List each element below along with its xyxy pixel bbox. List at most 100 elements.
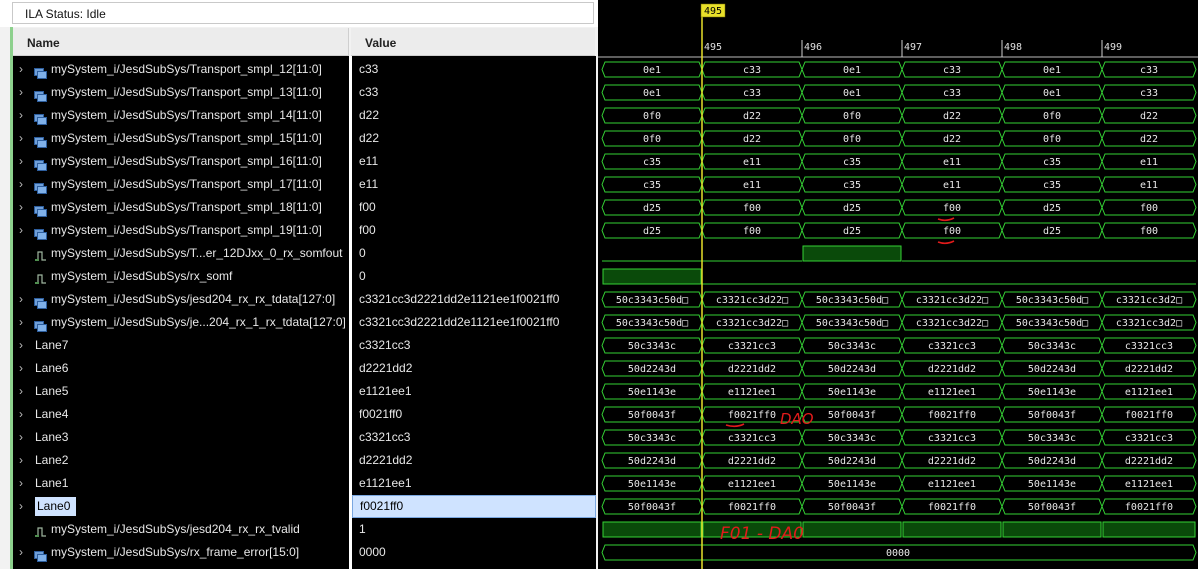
signal-value-column: c33 c33 d22 d22 e11 e11 f00 f00 0 0 c3321cc3d2221d…	[352, 56, 596, 569]
chevron-right-icon[interactable]: ›	[19, 311, 23, 334]
bus-segment-value: e1121ee1	[1125, 479, 1173, 490]
bus-segment-value: c33	[943, 65, 961, 76]
signal-row[interactable]: › mySystem_i/JesdSubSys/Transport_smpl_13…	[13, 81, 349, 104]
chevron-right-icon[interactable]: ›	[19, 495, 23, 518]
bus-segment-value: f0021ff0	[928, 410, 976, 421]
signal-value: 0000	[359, 545, 386, 559]
bus-segment-value: 0e1	[843, 88, 861, 99]
bus-segment-value: 50d2243d	[628, 364, 676, 375]
bus-segment-value: e1121ee1	[1125, 387, 1173, 398]
bus-segment-value: c35	[843, 180, 861, 191]
bus-segment-value: d22	[943, 111, 961, 122]
signal-value: f00	[359, 200, 376, 214]
bus-segment-value: e11	[743, 157, 761, 168]
chevron-right-icon[interactable]: ›	[19, 173, 23, 196]
chevron-right-icon[interactable]: ›	[19, 403, 23, 426]
bus-segment-value: d2221dd2	[1125, 456, 1173, 467]
chevron-right-icon[interactable]: ›	[19, 196, 23, 219]
signal-value: d2221dd2	[359, 361, 413, 375]
name-column-header[interactable]: Name	[13, 28, 349, 56]
bus-segment-value: 0e1	[1043, 88, 1061, 99]
value-column-header[interactable]: Value	[351, 28, 595, 56]
bus-signal-icon	[34, 156, 47, 171]
chevron-right-icon[interactable]: ›	[19, 357, 23, 380]
chevron-right-icon[interactable]: ›	[19, 472, 23, 495]
chevron-right-icon[interactable]: ›	[19, 104, 23, 127]
signal-name: mySystem_i/JesdSubSys/Transport_smpl_19[…	[51, 223, 322, 237]
signal-row[interactable]: › mySystem_i/JesdSubSys/Transport_smpl_17…	[13, 173, 349, 196]
bit-high	[602, 521, 702, 538]
chevron-right-icon[interactable]: ›	[19, 150, 23, 173]
waveform-pane[interactable]: 495 496 497 498 499 0e1 c33 0e1 c33 0e1 c33 0e1 c33 0…	[598, 0, 1198, 569]
signal-row[interactable]: › mySystem_i/JesdSubSys/Transport_smpl_19…	[13, 219, 349, 242]
bus-segment-value: d22	[743, 111, 761, 122]
signal-row[interactable]: › mySystem_i/JesdSubSys/Transport_smpl_14…	[13, 104, 349, 127]
signal-row[interactable]: mySystem_i/JesdSubSys/T...er_12DJxx_0_rx…	[13, 242, 349, 265]
signal-row[interactable]: › Lane6	[13, 357, 349, 380]
signal-value: 0	[359, 269, 366, 283]
bus-segment-value: f0021ff0	[1125, 410, 1173, 421]
bus-segment-value: d2221dd2	[928, 364, 976, 375]
signal-row[interactable]: › Lane0	[13, 495, 349, 518]
signal-row[interactable]: › mySystem_i/JesdSubSys/Transport_smpl_18…	[13, 196, 349, 219]
bus-segment-value: 0f0	[643, 111, 661, 122]
bus-segment-value: d22	[1140, 111, 1158, 122]
bus-segment-value: 50c3343c	[628, 341, 676, 352]
signal-row[interactable]: › Lane7	[13, 334, 349, 357]
bus-segment-value: 50c3343c50d□	[616, 295, 688, 306]
signal-row[interactable]: › Lane2	[13, 449, 349, 472]
bus-segment-value: d25	[1043, 226, 1061, 237]
signal-name: mySystem_i/JesdSubSys/T...er_12DJxx_0_rx…	[51, 246, 343, 260]
signal-value: e1121ee1	[359, 476, 412, 490]
signal-row[interactable]: › mySystem_i/JesdSubSys/Transport_smpl_16…	[13, 150, 349, 173]
bus-segment-value: c33	[1140, 65, 1158, 76]
bus-segment-value: c3321cc3	[1125, 433, 1173, 444]
signal-row[interactable]: › Lane5	[13, 380, 349, 403]
signal-name: mySystem_i/JesdSubSys/je...204_rx_1_rx_t…	[51, 315, 346, 329]
chevron-right-icon[interactable]: ›	[19, 426, 23, 449]
signal-row[interactable]: › mySystem_i/JesdSubSys/rx_frame_error[15…	[13, 541, 349, 564]
signal-row[interactable]: mySystem_i/JesdSubSys/rx_somf	[13, 265, 349, 288]
chevron-right-icon[interactable]: ›	[19, 81, 23, 104]
signal-name: mySystem_i/JesdSubSys/Transport_smpl_12[…	[51, 62, 322, 76]
bus-segment-value: 0e1	[1043, 65, 1061, 76]
bus-segment-value: c3321cc3d22□	[916, 318, 988, 329]
chevron-right-icon[interactable]: ›	[19, 127, 23, 150]
bus-segment-value: c35	[1043, 180, 1061, 191]
chevron-right-icon[interactable]: ›	[19, 541, 23, 564]
bus-segment-value: 50f0043f	[828, 502, 876, 513]
bus-segment-value: f00	[1140, 203, 1158, 214]
signal-name: Lane6	[35, 361, 69, 375]
bus-signal-icon	[34, 179, 47, 194]
signal-row[interactable]: mySystem_i/JesdSubSys/jesd204_rx_rx_tval…	[13, 518, 349, 541]
signal-name-column: › mySystem_i/JesdSubSys/Transport_smpl_12…	[13, 56, 349, 569]
bit-signal-icon	[34, 270, 47, 284]
bus-segment-value: 50e1143e	[628, 479, 676, 490]
chevron-right-icon[interactable]: ›	[19, 380, 23, 403]
signal-row[interactable]: › Lane4	[13, 403, 349, 426]
bus-segment-value: c35	[643, 180, 661, 191]
chevron-right-icon[interactable]: ›	[19, 288, 23, 311]
signal-row[interactable]: › mySystem_i/JesdSubSys/je...204_rx_1_rx_…	[13, 311, 349, 334]
chevron-right-icon[interactable]: ›	[19, 58, 23, 81]
bit-high	[902, 521, 1002, 538]
signal-name: mySystem_i/JesdSubSys/Transport_smpl_14[…	[51, 108, 322, 122]
chevron-right-icon[interactable]: ›	[19, 219, 23, 242]
chevron-right-icon[interactable]: ›	[19, 334, 23, 357]
signal-row[interactable]: › Lane1	[13, 472, 349, 495]
signal-name: mySystem_i/JesdSubSys/jesd204_rx_rx_tval…	[51, 522, 300, 536]
signal-value: f00	[359, 223, 376, 237]
bus-segment-value: c3321cc3d2□	[1116, 318, 1182, 329]
annotation-text: DAO	[780, 410, 814, 428]
bus-segment-value: f00	[943, 226, 961, 237]
signal-row[interactable]: › mySystem_i/JesdSubSys/jesd204_rx_rx_tda…	[13, 288, 349, 311]
chevron-right-icon[interactable]: ›	[19, 449, 23, 472]
signal-row[interactable]: › mySystem_i/JesdSubSys/Transport_smpl_15…	[13, 127, 349, 150]
signal-name: Lane7	[35, 338, 69, 352]
signal-row[interactable]: › mySystem_i/JesdSubSys/Transport_smpl_12…	[13, 58, 349, 81]
bus-segment-value: 0f0	[1043, 134, 1061, 145]
signal-row[interactable]: › Lane3	[13, 426, 349, 449]
timeline-tick-label: 498	[1004, 42, 1022, 53]
waveform-canvas[interactable]: 495 496 497 498 499 0e1 c33 0e1 c33 0e1 c33 0e1 c33 0…	[598, 0, 1198, 569]
bus-segment-value: 50c3343c50d□	[1016, 318, 1088, 329]
